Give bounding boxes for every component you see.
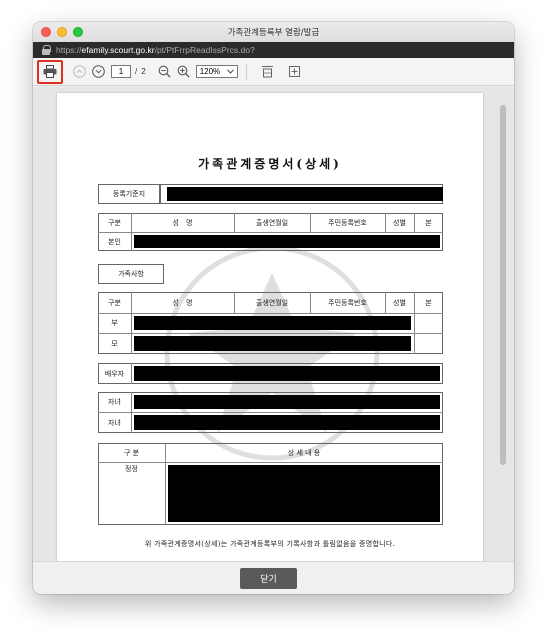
browser-window: 가족관계등록부 열람/발급 https://efamily.scourt.go.… [33,22,514,594]
pdf-toolbar: 1 / 2 120% [33,58,514,86]
family-table-rule [98,333,443,334]
certification-statement: 위 가족관계증명서(상세)는 가족관계등록부의 기록사항과 틀림없음을 증명합니… [144,540,396,548]
page-separator: / [135,67,138,76]
dialog-footer: 닫기 [33,561,514,594]
vertical-scrollbar[interactable] [500,105,506,465]
spouse-row-rule [131,363,132,384]
main-row-self-label: 본인 [108,237,121,246]
zoom-in-icon [177,65,190,78]
zoom-out-icon [158,65,171,78]
family-header-birthdate: 출생연월일 [255,298,289,307]
zoom-select[interactable]: 120% [195,65,238,78]
maximize-window-button[interactable] [73,27,83,37]
family-row-father-label: 부 [111,319,118,327]
lock-icon [41,45,51,55]
detail-row-correction-label: 정정 [125,465,138,473]
family-header-origin: 본 [425,298,432,307]
spouse-label: 배우자 [104,369,125,378]
printer-icon [43,65,57,78]
window-controls [41,27,83,37]
page-layout-icon [288,66,300,77]
main-header-birthdate: 출생연월일 [255,218,289,227]
main-header-resident-number: 주민등록번호 [328,218,367,227]
children-table-rule [98,412,443,413]
family-row-mother-label: 모 [111,339,118,348]
redacted-mother-info [134,336,411,351]
redacted-reference-address [167,187,443,201]
zoom-out-button[interactable] [158,62,171,82]
main-header-gender: 성별 [393,218,406,227]
family-header-name: 성 명 [172,298,193,307]
family-table-rule [98,313,443,314]
main-header-type: 구분 [108,218,121,227]
dropdown-arrow-icon [226,69,234,74]
next-page-button[interactable] [92,62,105,82]
detail-header-type: 구 분 [123,448,140,457]
fit-page-button[interactable] [261,62,274,82]
family-header-gender: 성별 [393,298,406,307]
rotate-page-button[interactable] [288,62,301,82]
redacted-child-info-first [134,395,440,409]
redacted-detail-content [168,465,440,522]
child-label-first: 자녀 [108,398,121,406]
address-bar[interactable]: https://efamily.scourt.go.kr/pt/PtFrrpRe… [33,42,514,58]
url-path: /pt/PtFrrpReadIssPrcs.do? [154,45,255,55]
zoom-value: 120% [199,67,221,76]
previous-page-button[interactable] [73,62,86,82]
children-table-rule [131,392,132,433]
main-header-origin: 본 [425,218,432,227]
redacted-spouse-info [134,366,440,381]
page-total: 2 [141,67,146,76]
redacted-child-info-second [134,415,440,430]
chevron-down-icon [92,65,105,78]
close-window-button[interactable] [41,27,51,37]
url-scheme: https:// [56,45,82,55]
zoom-in-button[interactable] [177,62,190,82]
redacted-self-info [134,235,440,248]
print-button[interactable] [37,59,63,84]
family-section-label: 가족사항 [118,270,144,278]
family-header-resident-number: 주민등록번호 [328,298,367,307]
redacted-father-info [134,316,411,330]
main-header-name: 성 명 [172,218,193,227]
url-host: efamily.scourt.go.kr [81,45,155,55]
main-table-rule [98,232,443,233]
page-number-input[interactable]: 1 [111,65,131,78]
title-bar: 가족관계등록부 열람/발급 [33,22,514,42]
reference-label: 등록기준지 [112,190,146,198]
minimize-window-button[interactable] [57,27,67,37]
detail-header-content: 상 세 내 용 [287,448,321,457]
window-title: 가족관계등록부 열람/발급 [227,28,320,38]
document-page: 가족관계증명서(상세) 등록기준지 구분 성 명 출생연월일 주민등록번호 성별 [57,93,483,561]
fit-page-icon [261,66,273,78]
pdf-viewer[interactable]: 가족관계증명서(상세) 등록기준지 구분 성 명 출생연월일 주민등록번호 성별 [33,87,514,561]
family-header-type: 구분 [108,298,121,307]
url-text: https://efamily.scourt.go.kr/pt/PtFrrpRe… [56,45,255,55]
chevron-up-icon [73,65,86,78]
child-label-second: 자녀 [108,418,121,427]
toolbar-divider [245,63,247,80]
document-title: 가족관계증명서(상세) [198,157,342,171]
close-button[interactable]: 닫기 [240,568,297,589]
